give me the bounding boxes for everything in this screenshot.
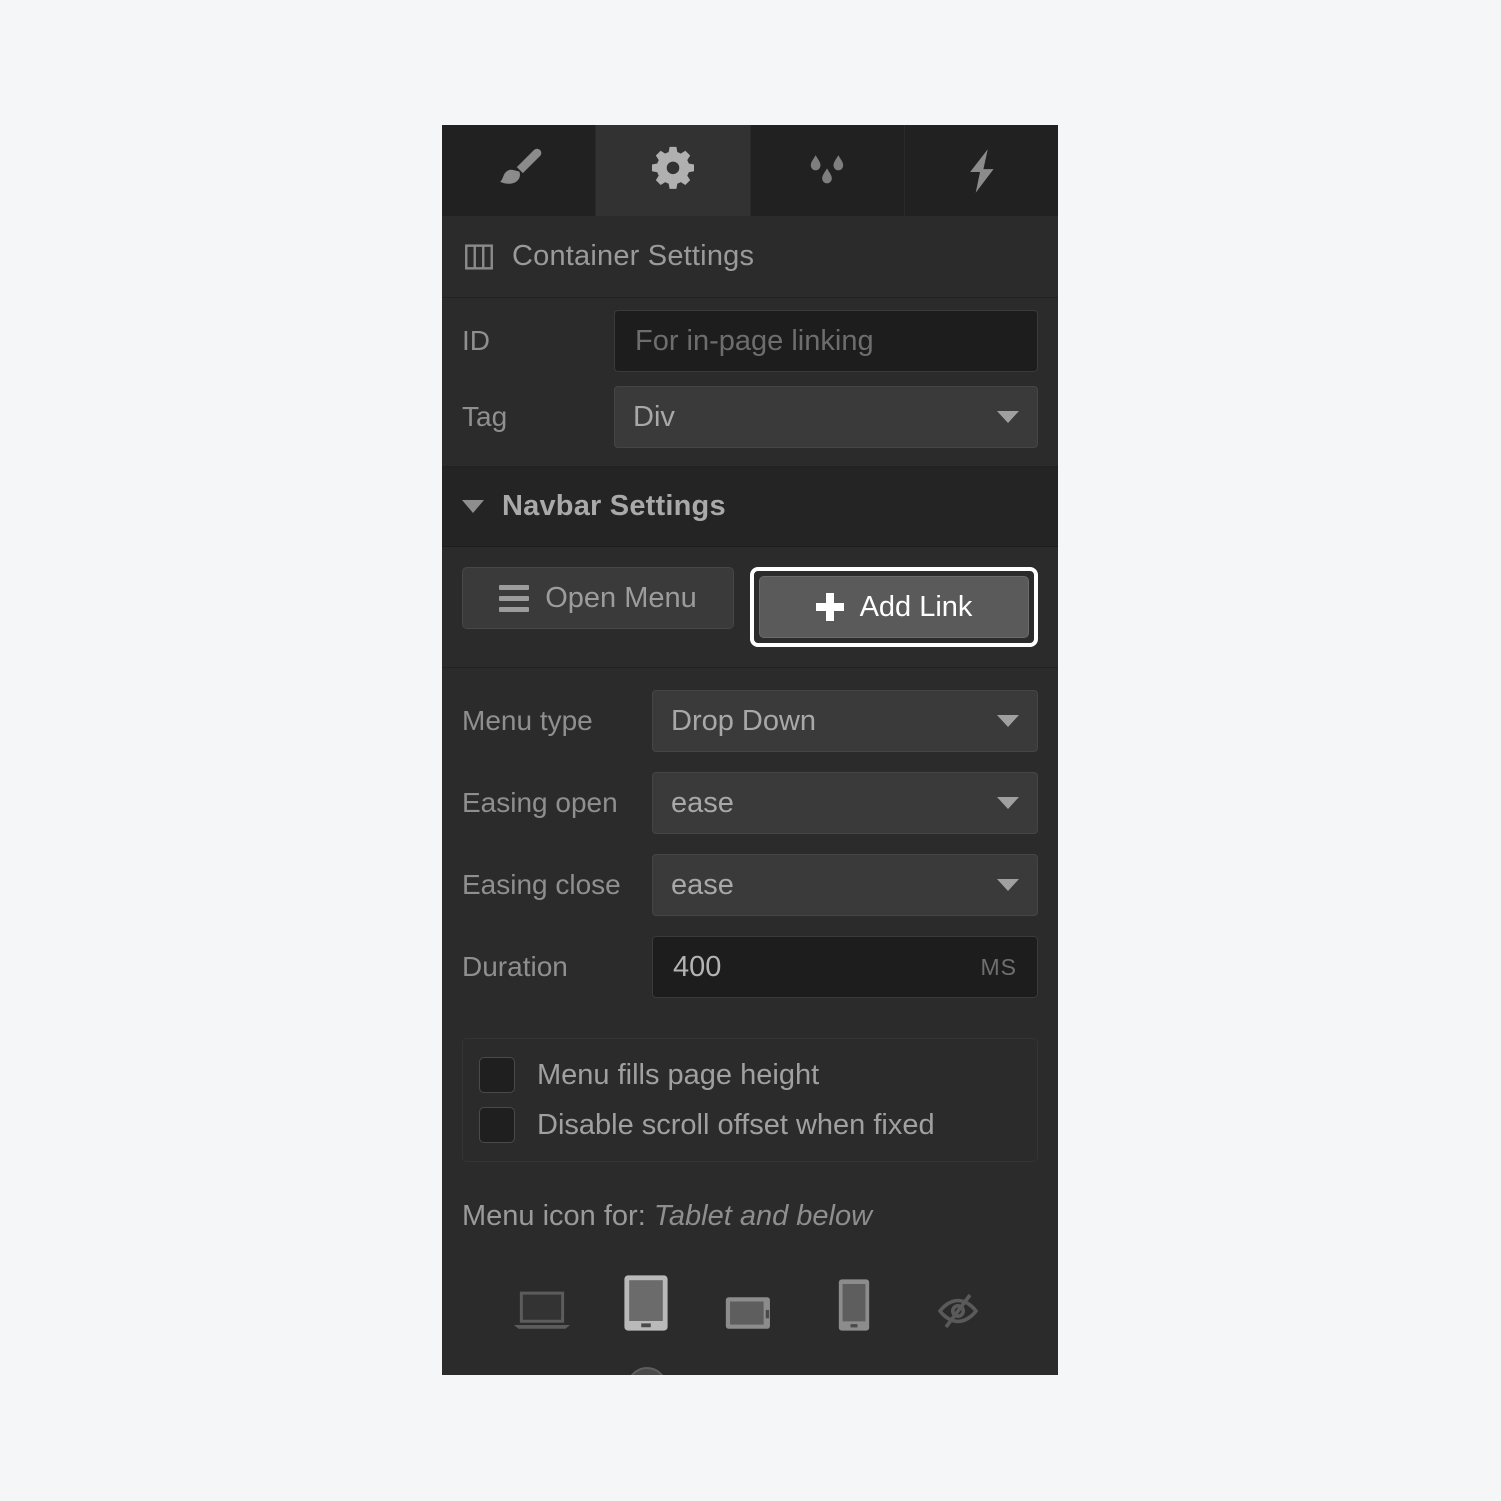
id-label: ID	[462, 325, 490, 356]
chevron-down-icon	[997, 715, 1019, 727]
duration-unit: MS	[980, 953, 1017, 980]
open-menu-label: Open Menu	[545, 581, 697, 614]
navbar-checkbox-group: Menu fills page height Disable scroll of…	[462, 1038, 1038, 1162]
style-tab[interactable]	[442, 125, 597, 216]
menu-type-row: Menu type Drop Down	[462, 690, 1038, 752]
style-manager-tab[interactable]	[750, 125, 905, 216]
breakpoint-slider[interactable]	[522, 1367, 978, 1375]
easing-close-label: Easing close	[462, 869, 621, 900]
id-input[interactable]: For in-page linking	[614, 310, 1038, 372]
container-fields: ID For in-page linking Tag Div	[442, 298, 1058, 467]
menu-fills-page-height-checkbox[interactable]	[479, 1057, 515, 1093]
easing-close-select[interactable]: ease	[652, 854, 1038, 916]
duration-value: 400	[673, 950, 722, 983]
desktop-laptop-icon[interactable]	[507, 1287, 577, 1333]
tag-value: Div	[633, 400, 675, 433]
add-link-label: Add Link	[859, 590, 973, 623]
plus-icon	[815, 593, 844, 621]
add-link-button[interactable]: Add Link	[759, 576, 1029, 638]
menu-type-label: Menu type	[462, 705, 593, 736]
menu-icon-caption: Menu icon for: Tablet and below	[462, 1200, 1038, 1233]
menu-icon-caption-prefix: Menu icon for:	[462, 1200, 646, 1232]
interactions-tab[interactable]	[904, 125, 1058, 216]
navbar-settings-fields: Menu type Drop Down Easing open ease Eas…	[442, 668, 1058, 1028]
chevron-down-icon	[997, 411, 1019, 423]
lightning-icon	[952, 142, 1010, 200]
page-title: Container Settings	[512, 240, 755, 272]
duration-input[interactable]: 400 MS	[652, 936, 1038, 998]
device-breakpoint-icons	[462, 1233, 1038, 1333]
breakpoint-slider-thumb[interactable]	[626, 1367, 667, 1375]
menu-type-value: Drop Down	[671, 704, 817, 737]
navbar-action-buttons: Open Menu Add Link	[442, 547, 1058, 668]
droplets-icon	[798, 142, 856, 200]
settings-tab[interactable]	[596, 125, 751, 216]
easing-open-select[interactable]: ease	[652, 772, 1038, 834]
disable-scroll-offset-label: Disable scroll offset when fixed	[537, 1108, 935, 1141]
hidden-eye-slash-icon[interactable]	[923, 1289, 993, 1333]
tag-select[interactable]: Div	[614, 386, 1038, 448]
id-placeholder: For in-page linking	[635, 324, 874, 357]
chevron-down-icon	[462, 500, 484, 513]
easing-open-label: Easing open	[462, 787, 618, 818]
navbar-settings-title: Navbar Settings	[502, 490, 726, 522]
menu-icon-caption-value: Tablet and below	[653, 1200, 873, 1232]
menu-icon-breakpoint-section: Menu icon for: Tablet and below	[442, 1162, 1058, 1375]
container-columns-icon	[462, 240, 496, 274]
duration-label: Duration	[462, 951, 568, 982]
easing-close-row: Easing close ease	[462, 854, 1038, 916]
tag-row: Tag Div	[462, 386, 1038, 448]
open-menu-button[interactable]: Open Menu	[462, 567, 734, 629]
easing-open-value: ease	[671, 786, 734, 819]
menu-type-select[interactable]: Drop Down	[652, 690, 1038, 752]
add-link-focus-ring: Add Link	[750, 567, 1038, 647]
id-row: ID For in-page linking	[462, 310, 1038, 372]
tag-label: Tag	[462, 401, 508, 432]
hamburger-menu-icon	[499, 584, 530, 612]
panel-tab-bar	[442, 125, 1058, 216]
disable-scroll-offset-row[interactable]: Disable scroll offset when fixed	[479, 1107, 1021, 1143]
tablet-landscape-icon[interactable]	[715, 1291, 785, 1333]
easing-open-row: Easing open ease	[462, 772, 1038, 834]
duration-row: Duration 400 MS	[462, 936, 1038, 998]
settings-panel: Container Settings ID For in-page linkin…	[442, 125, 1058, 1375]
chevron-down-icon	[997, 879, 1019, 891]
chevron-down-icon	[997, 797, 1019, 809]
gear-icon	[644, 142, 702, 200]
disable-scroll-offset-checkbox[interactable]	[479, 1107, 515, 1143]
easing-close-value: ease	[671, 868, 734, 901]
navbar-settings-section-header[interactable]: Navbar Settings	[442, 467, 1058, 547]
panel-header: Container Settings	[442, 216, 1058, 298]
paintbrush-icon	[490, 142, 548, 200]
phone-portrait-icon[interactable]	[819, 1277, 889, 1333]
tablet-portrait-icon[interactable]	[611, 1273, 681, 1333]
menu-fills-page-height-label: Menu fills page height	[537, 1058, 820, 1091]
menu-fills-page-height-row[interactable]: Menu fills page height	[479, 1057, 1021, 1093]
